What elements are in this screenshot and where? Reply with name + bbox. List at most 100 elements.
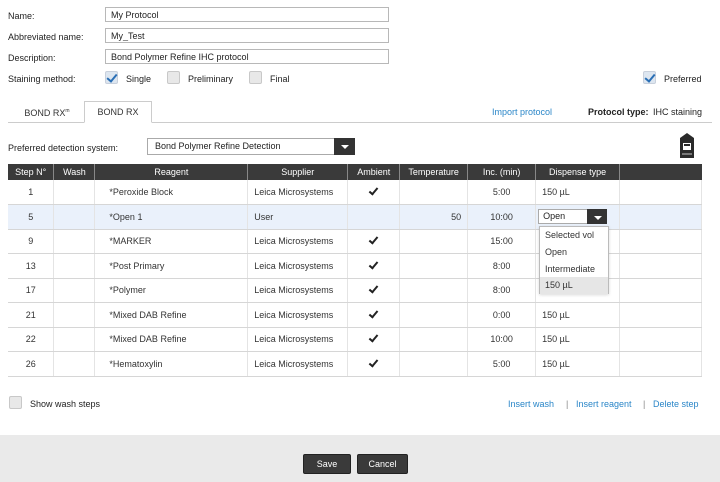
reagent-cell: *Peroxide Block — [94, 180, 249, 205]
wash-cell — [53, 302, 96, 328]
table-header: Step N° Wash Reagent Supplier Ambient Te… — [8, 164, 702, 180]
reagent-cell: *Hematoxylin — [94, 351, 249, 377]
detection-system-label: Preferred detection system: — [8, 143, 119, 153]
column-header-reagent[interactable]: Reagent — [94, 164, 249, 180]
column-header-temperature[interactable]: Temperature — [399, 164, 469, 180]
supplier-cell: Leica Microsystems — [247, 278, 349, 303]
supplier-cell: Leica Microsystems — [247, 253, 349, 279]
ambient-cell — [347, 351, 401, 377]
column-header-blank — [619, 164, 702, 180]
ambient-cell — [347, 229, 401, 254]
dropdown-option-open[interactable]: Open — [540, 244, 608, 261]
temperature-cell — [399, 229, 469, 254]
checkmark-icon — [368, 357, 379, 368]
reagent-cell: *Mixed DAB Refine — [94, 302, 249, 328]
dropdown-option-150ul[interactable]: 150 µL — [540, 277, 608, 294]
cancel-button[interactable]: Cancel — [357, 454, 408, 474]
delete-step-link[interactable]: Delete step — [653, 399, 699, 409]
final-checkbox[interactable] — [249, 71, 262, 84]
temperature-cell — [399, 302, 469, 328]
empty-cell — [619, 327, 702, 352]
link-separator: | — [566, 399, 569, 409]
abbreviated-name-input[interactable] — [105, 28, 389, 43]
protocol-type-label: Protocol type: — [588, 107, 649, 117]
empty-cell — [619, 229, 702, 254]
column-header-inc[interactable]: Inc. (min) — [467, 164, 537, 180]
step-cell: 22 — [8, 327, 55, 352]
temperature-cell — [399, 351, 469, 377]
insert-wash-link[interactable]: Insert wash — [508, 399, 554, 409]
supplier-cell: Leica Microsystems — [247, 229, 349, 254]
dropdown-option-intermediate[interactable]: Intermediate — [540, 261, 608, 278]
table-row[interactable]: 22 *Mixed DAB Refine Leica Microsystems … — [8, 327, 702, 352]
staining-method-label: Staining method: — [8, 74, 76, 84]
temperature-cell — [399, 253, 469, 279]
dispense-cell: 150 µL — [535, 351, 621, 377]
column-header-supplier[interactable]: Supplier — [247, 164, 349, 180]
incubation-cell: 0:00 — [467, 302, 537, 328]
show-wash-steps-label: Show wash steps — [30, 399, 101, 409]
ambient-cell — [347, 327, 401, 352]
dispense-cell: 150 µL — [535, 327, 621, 352]
supplier-cell: Leica Microsystems — [247, 180, 349, 205]
dispense-type-dropdown: Selected vol Open Intermediate 150 µL — [539, 226, 609, 294]
incubation-cell: 8:00 — [467, 253, 537, 279]
tab-bond-rx[interactable]: BOND RX — [84, 101, 152, 123]
reagent-cell: *Mixed DAB Refine — [94, 327, 249, 352]
supplier-cell: User — [247, 204, 349, 230]
step-cell: 17 — [8, 278, 55, 303]
checkmark-icon — [368, 283, 379, 294]
table-row[interactable]: 21 *Mixed DAB Refine Leica Microsystems … — [8, 302, 702, 328]
instrument-icon — [680, 133, 694, 158]
wash-cell — [53, 278, 96, 303]
incubation-cell: 10:00 — [467, 204, 537, 230]
checkmark-icon — [368, 332, 379, 343]
temperature-cell — [399, 278, 469, 303]
step-cell: 13 — [8, 253, 55, 279]
step-cell: 9 — [8, 229, 55, 254]
column-header-dispense-type[interactable]: Dispense type — [535, 164, 621, 180]
checkmark-icon — [368, 185, 379, 196]
insert-reagent-link[interactable]: Insert reagent — [576, 399, 632, 409]
temperature-cell — [399, 327, 469, 352]
preferred-label: Preferred — [664, 74, 702, 84]
tab-bond-rxm[interactable]: BOND RXm — [16, 101, 78, 123]
tab-bond-rxm-suffix: m — [65, 108, 70, 114]
wash-cell — [53, 180, 96, 205]
dropdown-option-selected-vol[interactable]: Selected vol — [540, 227, 608, 244]
show-wash-steps-checkbox[interactable] — [9, 396, 22, 409]
name-input[interactable] — [105, 7, 389, 22]
incubation-cell: 8:00 — [467, 278, 537, 303]
checkmark-icon — [368, 259, 379, 270]
detection-system-value: Bond Polymer Refine Detection — [155, 141, 281, 151]
checkmark-icon — [368, 308, 379, 319]
detection-system-select[interactable]: Bond Polymer Refine Detection — [147, 138, 355, 155]
column-header-wash[interactable]: Wash — [53, 164, 96, 180]
import-protocol-link[interactable]: Import protocol — [492, 107, 552, 117]
wash-cell — [53, 229, 96, 254]
link-separator: | — [643, 399, 646, 409]
wash-cell — [53, 253, 96, 279]
step-cell: 21 — [8, 302, 55, 328]
temperature-cell: 50 — [399, 204, 469, 230]
table-row[interactable]: 26 *Hematoxylin Leica Microsystems 5:00 … — [8, 351, 702, 377]
save-button[interactable]: Save — [303, 454, 351, 474]
description-input[interactable] — [105, 49, 389, 64]
column-header-step[interactable]: Step N° — [8, 164, 55, 180]
ambient-cell — [347, 253, 401, 279]
dispense-type-select[interactable]: Open — [538, 209, 608, 225]
single-checkbox[interactable] — [105, 71, 118, 84]
table-row[interactable]: 1 *Peroxide Block Leica Microsystems 5:0… — [8, 180, 702, 205]
ambient-cell — [347, 204, 401, 230]
incubation-cell: 10:00 — [467, 327, 537, 352]
column-header-ambient[interactable]: Ambient — [347, 164, 401, 180]
preferred-checkbox[interactable] — [643, 71, 656, 84]
empty-cell — [619, 302, 702, 328]
preliminary-checkbox[interactable] — [167, 71, 180, 84]
temperature-cell — [399, 180, 469, 205]
protocol-type-value: IHC staining — [653, 107, 703, 117]
empty-cell — [619, 278, 702, 303]
checkmark-icon — [368, 234, 379, 245]
tab-bond-rxm-label: BOND RX — [24, 108, 66, 118]
description-label: Description: — [8, 53, 56, 63]
